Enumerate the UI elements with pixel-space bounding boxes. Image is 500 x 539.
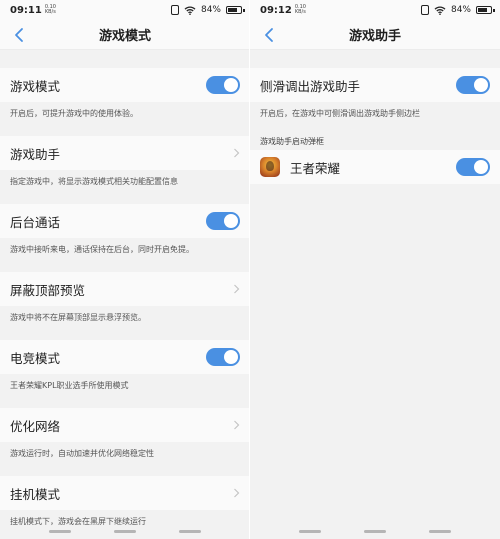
network-speed: 0.10 KB/s (45, 5, 56, 15)
status-bar: 09:12 0.10 KB/s 84% (250, 0, 500, 20)
app-row-honor-of-kings[interactable]: 王者荣耀 (250, 150, 500, 184)
setting-game-mode[interactable]: 游戏模式 (0, 68, 250, 102)
setting-desc: 开启后，在游戏中可侧滑调出游戏助手侧边栏 (250, 102, 500, 126)
app-icon (260, 157, 280, 177)
wifi-icon (184, 5, 196, 15)
battery-percent: 84% (200, 5, 221, 15)
nav-pill[interactable] (113, 530, 136, 533)
gesture-bar (0, 530, 250, 533)
back-icon[interactable] (12, 27, 26, 43)
wifi-icon (434, 5, 446, 15)
setting-label: 挂机模式 (10, 486, 61, 502)
battery-icon (476, 6, 495, 14)
setting-label: 游戏助手 (10, 146, 61, 162)
setting-block-top-preview[interactable]: 屏蔽顶部预览 (0, 272, 250, 306)
chevron-right-icon (234, 148, 240, 158)
status-bar: 09:11 0.10 KB/s 84% (0, 0, 250, 20)
screenshot-pair: 09:11 0.10 KB/s 84% 游戏模式 游戏模式 开启后，可提升游戏中… (0, 0, 500, 539)
status-icons: 84% (420, 5, 495, 15)
game-assistant-screen: 09:12 0.10 KB/s 84% 游戏助手 侧滑调出游戏助手 开启后，在游… (250, 0, 500, 539)
setting-desc: 游戏中接听来电，通话保持在后台，同时开启免提。 (0, 238, 250, 272)
network-speed-unit: KB/s (294, 9, 306, 15)
nav-pill[interactable] (363, 530, 386, 533)
app-popup-toggle[interactable] (456, 158, 490, 176)
setting-label: 优化网络 (10, 418, 61, 434)
setting-desc: 游戏中将不在屏幕顶部显示悬浮预览。 (0, 306, 250, 340)
gesture-bar (250, 530, 500, 533)
header: 游戏模式 (0, 20, 250, 50)
setting-game-assistant[interactable]: 游戏助手 (0, 136, 250, 170)
back-icon[interactable] (262, 27, 276, 43)
slide-assistant-toggle[interactable] (456, 76, 490, 94)
network-speed: 0.10 KB/s (295, 5, 306, 15)
status-time: 09:12 (260, 4, 292, 16)
chevron-right-icon (234, 488, 240, 498)
setting-label: 后台通话 (10, 214, 61, 230)
setting-desc: 王者荣耀KPL职业选手所使用模式 (0, 374, 250, 408)
chevron-right-icon (234, 284, 240, 294)
nav-pill[interactable] (299, 530, 322, 533)
battery-icon (226, 6, 245, 14)
status-time: 09:11 (10, 4, 42, 16)
setting-desc: 游戏运行时，自动加速并优化网络稳定性 (0, 442, 250, 476)
section-header: 游戏助手启动弹框 (260, 137, 324, 146)
status-icons: 84% (170, 5, 245, 15)
network-speed-unit: KB/s (44, 9, 56, 15)
setting-background-call[interactable]: 后台通话 (0, 204, 250, 238)
setting-desc: 开启后，可提升游戏中的使用体验。 (0, 102, 250, 136)
esports-mode-toggle[interactable] (206, 348, 240, 366)
background-call-toggle[interactable] (206, 212, 240, 230)
page-title: 游戏助手 (348, 29, 401, 44)
chevron-right-icon (234, 420, 240, 430)
setting-desc: 指定游戏中，将显示游戏模式相关功能配置信息 (0, 170, 250, 204)
setting-label: 游戏模式 (10, 78, 61, 94)
setting-optimize-network[interactable]: 优化网络 (0, 408, 250, 442)
header: 游戏助手 (250, 20, 500, 50)
page-title: 游戏模式 (98, 29, 151, 44)
game-mode-toggle[interactable] (206, 76, 240, 94)
setting-esports-mode[interactable]: 电竞模式 (0, 340, 250, 374)
setting-slide-assistant[interactable]: 侧滑调出游戏助手 (250, 68, 500, 102)
nav-pill[interactable] (428, 530, 451, 533)
vibrate-icon (420, 5, 429, 15)
setting-idle-mode[interactable]: 挂机模式 (0, 476, 250, 510)
app-name: 王者荣耀 (290, 160, 341, 176)
setting-label: 屏蔽顶部预览 (10, 282, 86, 298)
game-mode-screen: 09:11 0.10 KB/s 84% 游戏模式 游戏模式 开启后，可提升游戏中… (0, 0, 250, 539)
vibrate-icon (170, 5, 179, 15)
nav-pill[interactable] (178, 530, 201, 533)
setting-label: 侧滑调出游戏助手 (260, 78, 361, 94)
battery-percent: 84% (450, 5, 471, 15)
nav-pill[interactable] (49, 530, 72, 533)
setting-label: 电竞模式 (10, 350, 61, 366)
